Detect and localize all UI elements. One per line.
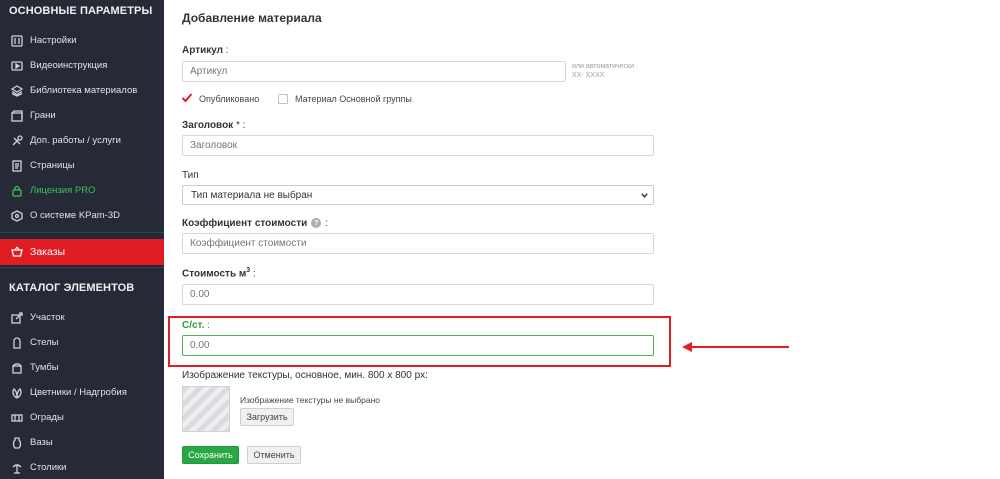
sidebar-item-vases[interactable]: Вазы xyxy=(0,430,164,455)
help-icon[interactable]: ? xyxy=(311,218,322,229)
page-title: Добавление материала xyxy=(182,11,322,25)
article-hint: или автоматически XX- XXXX xyxy=(572,62,634,80)
app-root: ОСНОВНЫЕ ПАРАМЕТРЫ Настройки Видеоинстру… xyxy=(0,0,1000,479)
main-group-checkbox-row[interactable]: Материал Основной группы xyxy=(278,94,412,104)
heading-label: Заголовок * : xyxy=(182,120,246,131)
pointer-arrow xyxy=(684,346,789,348)
type-select-value: Тип материала не выбран xyxy=(191,189,313,201)
sidebar-section-catalog-title: КАТАЛОГ ЭЛЕМЕНТОВ xyxy=(9,282,135,294)
sidebar-item-label: Лицензия PRO xyxy=(30,185,96,196)
texture-status: Изображение текстуры не выбрано xyxy=(240,395,380,405)
sidebar-item-video[interactable]: Видеоинструкция xyxy=(0,53,164,78)
vase-icon xyxy=(10,436,23,449)
sidebar-item-label: Вазы xyxy=(30,437,53,448)
sliders-icon xyxy=(10,34,23,47)
sidebar-item-label: Библиотека материалов xyxy=(30,85,138,96)
published-checkbox[interactable] xyxy=(181,93,193,104)
article-input[interactable] xyxy=(182,61,566,82)
upload-button[interactable]: Загрузить xyxy=(240,408,294,426)
video-icon xyxy=(10,59,23,72)
texture-label: Изображение текстуры, основное, мин. 800… xyxy=(182,370,428,381)
sidebar-item-license-pro[interactable]: Лицензия PRO xyxy=(0,178,164,203)
sidebar: ОСНОВНЫЕ ПАРАМЕТРЫ Настройки Видеоинстру… xyxy=(0,0,164,479)
chevron-down-icon xyxy=(641,193,648,198)
cost-label: Стоимость м3 : xyxy=(182,267,256,280)
lock-icon xyxy=(10,184,23,197)
sidebar-item-label: Стелы xyxy=(30,337,59,348)
heading-input[interactable] xyxy=(182,135,654,156)
main-group-checkbox[interactable] xyxy=(278,94,288,104)
sidebar-item-label: Цветники / Надгробия xyxy=(30,387,127,398)
checkmark-icon xyxy=(181,93,193,103)
facets-icon xyxy=(10,109,23,122)
article-label: Артикул : xyxy=(182,45,229,56)
cst-label: С/ст. : xyxy=(182,320,210,331)
sidebar-item-label: Тумбы xyxy=(30,362,59,373)
sidebar-item-plot[interactable]: Участок xyxy=(0,305,164,330)
pedestal-icon xyxy=(10,361,23,374)
sidebar-item-steles[interactable]: Стелы xyxy=(0,330,164,355)
sidebar-item-fences[interactable]: Ограды xyxy=(0,405,164,430)
cancel-button[interactable]: Отменить xyxy=(247,446,301,464)
cost-input[interactable] xyxy=(182,284,654,305)
sidebar-item-label: Участок xyxy=(30,312,65,323)
coef-input[interactable] xyxy=(182,233,654,254)
sidebar-divider xyxy=(0,267,164,268)
sidebar-item-tables[interactable]: Столики xyxy=(0,455,164,479)
sidebar-item-label: Видеоинструкция xyxy=(30,60,108,71)
article-hint-line-1: или автоматически xyxy=(572,63,635,70)
sidebar-item-label: Ограды xyxy=(30,412,64,423)
texture-placeholder-image xyxy=(182,386,230,432)
sidebar-item-pedestals[interactable]: Тумбы xyxy=(0,355,164,380)
sidebar-item-label: О системе KPam-3D xyxy=(30,210,120,221)
sidebar-item-settings[interactable]: Настройки xyxy=(0,28,164,53)
sidebar-item-label: Настройки xyxy=(30,35,77,46)
plot-icon xyxy=(10,311,23,324)
sidebar-item-services[interactable]: Доп. работы / услуги xyxy=(0,128,164,153)
sidebar-item-orders[interactable]: Заказы xyxy=(0,239,164,265)
basket-icon xyxy=(10,246,23,259)
sidebar-item-materials[interactable]: Библиотека материалов xyxy=(0,78,164,103)
published-checkbox-row[interactable]: Опубликовано xyxy=(181,93,260,104)
layers-icon xyxy=(10,84,23,97)
tools-icon xyxy=(10,134,23,147)
sidebar-item-label: Грани xyxy=(30,110,56,121)
sidebar-item-label: Заказы xyxy=(30,246,66,258)
sidebar-item-facets[interactable]: Грани xyxy=(0,103,164,128)
sidebar-item-pages[interactable]: Страницы xyxy=(0,153,164,178)
sidebar-item-about[interactable]: О системе KPam-3D xyxy=(0,203,164,228)
article-hint-line-2: XX- XXXX xyxy=(572,72,605,79)
sidebar-section-main-title: ОСНОВНЫЕ ПАРАМЕТРЫ xyxy=(9,5,153,17)
main-content: Добавление материала Артикул : или автом… xyxy=(164,0,1000,479)
save-button[interactable]: Сохранить xyxy=(182,446,239,464)
info-icon xyxy=(10,209,23,222)
coef-label: Коэффициент стоимости?: xyxy=(182,218,329,229)
pages-icon xyxy=(10,159,23,172)
table-icon xyxy=(10,461,23,474)
type-label: Тип xyxy=(182,170,199,181)
sidebar-item-label: Доп. работы / услуги xyxy=(30,135,121,146)
published-label: Опубликовано xyxy=(199,94,260,104)
main-group-label: Материал Основной группы xyxy=(295,94,412,104)
flowerbed-icon xyxy=(10,386,23,399)
type-select[interactable]: Тип материала не выбран xyxy=(182,185,654,205)
sidebar-item-label: Столики xyxy=(30,462,67,473)
sidebar-item-label: Страницы xyxy=(30,160,75,171)
sidebar-divider xyxy=(0,232,164,233)
cst-input[interactable] xyxy=(182,335,654,356)
sidebar-item-flowerbeds[interactable]: Цветники / Надгробия xyxy=(0,380,164,405)
stele-icon xyxy=(10,336,23,349)
fence-icon xyxy=(10,411,23,424)
